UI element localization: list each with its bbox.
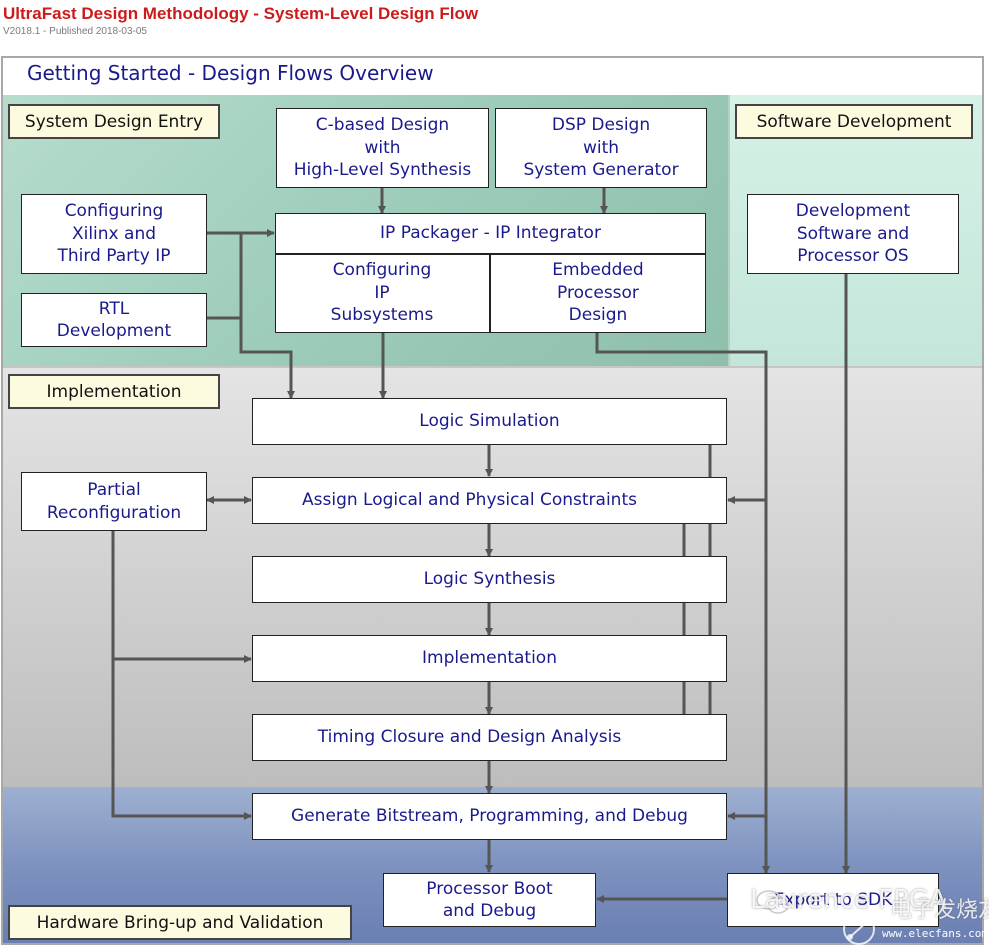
node-line: Processor Boot (426, 878, 553, 899)
elecfans-logo-icon (843, 913, 875, 945)
node-line: DSP Design (551, 115, 651, 136)
node-line: Xilinx and (71, 223, 157, 244)
node-line: Logic Simulation (419, 411, 560, 432)
node-line: Third Party IP (57, 246, 171, 267)
node-partial-reconfiguration[interactable]: Partial Reconfiguration (21, 472, 207, 531)
node-line: Assign Logical and Physical Constraints (302, 490, 637, 511)
watermark-url: www.elecfans.com (882, 927, 988, 940)
node-configuring-xilinx-ip[interactable]: Configuring Xilinx and Third Party IP (21, 194, 207, 274)
node-line: Embedded (552, 260, 644, 281)
document-version: V2018.1 - Published 2018-03-05 (3, 26, 147, 37)
node-line: Logic Synthesis (423, 569, 556, 590)
node-rtl-development[interactable]: RTL Development (21, 293, 207, 347)
node-line: Reconfiguration (46, 502, 182, 523)
node-line: Development (56, 321, 172, 341)
node-embedded-processor-design[interactable]: Embedded Processor Design (491, 255, 705, 331)
node-logic-simulation[interactable]: Logic Simulation (252, 398, 727, 445)
node-line: with (582, 137, 620, 158)
node-line: High-Level Synthesis (293, 160, 472, 181)
node-implementation[interactable]: Implementation (252, 635, 727, 682)
node-line: Processor OS (797, 246, 909, 267)
diagram-header-title: Getting Started - Design Flows Overview (27, 61, 434, 85)
node-line: Partial (87, 480, 141, 500)
node-line: IP (374, 282, 390, 303)
node-configuring-ip-subsystems[interactable]: Configuring IP Subsystems (276, 255, 488, 331)
section-label-hardware-bringup[interactable]: Hardware Bring-up and Validation (8, 905, 352, 940)
node-line: C-based Design (315, 115, 450, 136)
node-line: Configuring (64, 201, 164, 222)
node-line: Processor (557, 282, 639, 303)
node-generate-bitstream[interactable]: Generate Bitstream, Programming, and Deb… (252, 793, 727, 840)
node-line: Design (568, 305, 628, 326)
node-line: with (364, 137, 401, 158)
watermark-site-cn: 电子发烧友 (890, 898, 989, 923)
node-timing-closure[interactable]: Timing Closure and Design Analysis (252, 714, 727, 761)
node-line: System Generator (523, 160, 679, 181)
node-line: Development (795, 201, 911, 222)
node-line: Timing Closure and Design Analysis (317, 727, 622, 748)
node-ip-packager-integrator[interactable]: IP Packager - IP Integrator (275, 213, 706, 254)
node-line: RTL (98, 298, 130, 319)
node-c-based-design[interactable]: C-based Design with High-Level Synthesis (276, 108, 489, 188)
node-dsp-design[interactable]: DSP Design with System Generator (495, 108, 707, 188)
document-title: UltraFast Design Methodology - System-Le… (3, 4, 479, 23)
node-processor-boot-debug[interactable]: Processor Boot and Debug (383, 873, 596, 927)
node-development-software[interactable]: Development Software and Processor OS (747, 194, 959, 274)
node-line: Software and (796, 223, 910, 244)
node-line: and Debug (442, 901, 537, 921)
node-line: Configuring (332, 260, 432, 281)
node-logic-synthesis[interactable]: Logic Synthesis (252, 556, 727, 603)
node-line: IP Packager - IP Integrator (380, 223, 601, 244)
node-line: Subsystems (330, 305, 434, 326)
section-label-system-design-entry[interactable]: System Design Entry (8, 104, 220, 139)
node-line: Generate Bitstream, Programming, and Deb… (291, 806, 688, 827)
node-line: Implementation (422, 648, 557, 669)
node-assign-constraints[interactable]: Assign Logical and Physical Constraints (252, 477, 727, 524)
section-label-software-development[interactable]: Software Development (735, 104, 973, 139)
section-label-implementation[interactable]: Implementation (8, 374, 220, 409)
